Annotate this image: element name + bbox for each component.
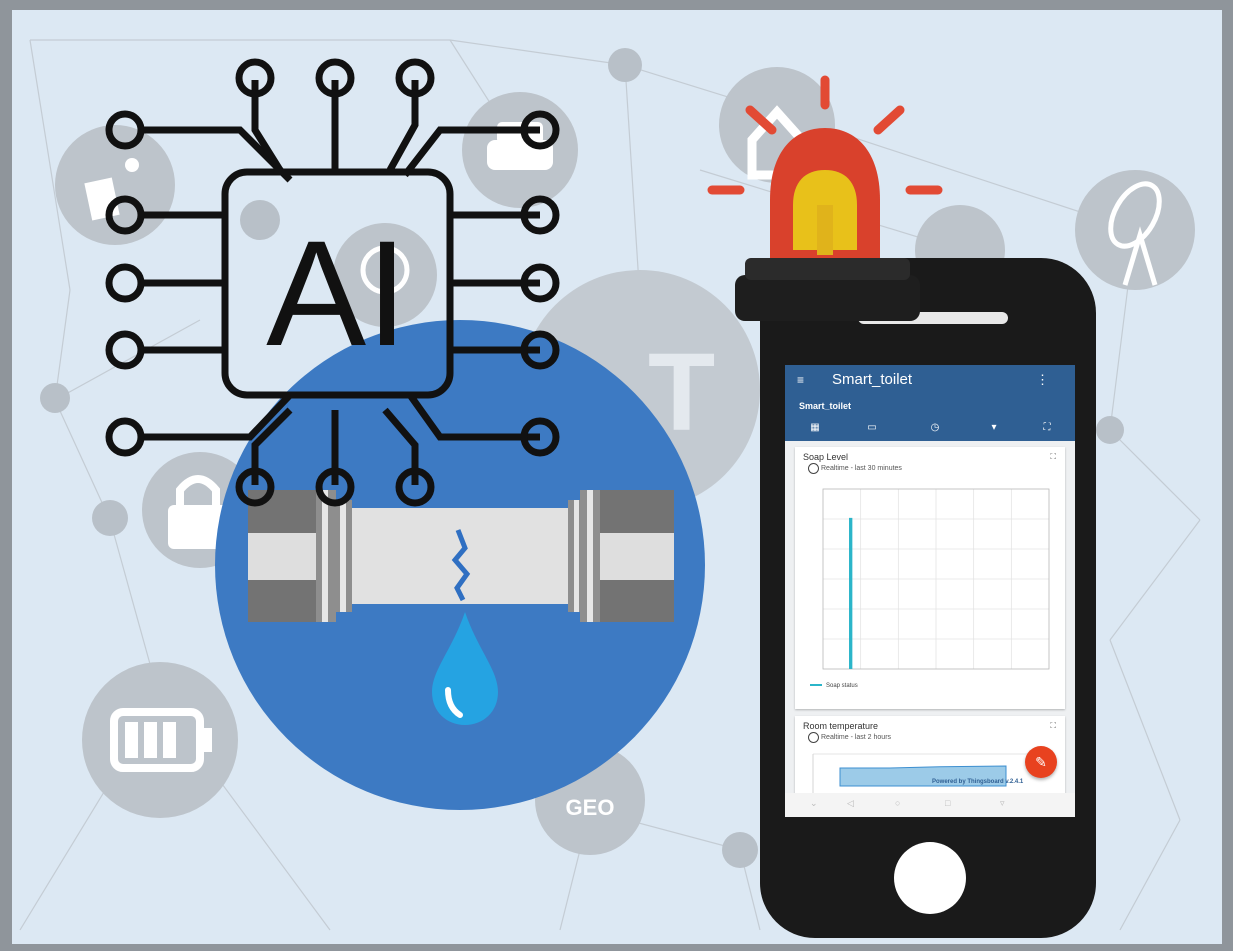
- soap-level-chart: [822, 488, 1050, 670]
- satellite-dish-icon: [1075, 170, 1195, 290]
- dashboard-icon[interactable]: ▦: [803, 422, 827, 438]
- series-line-soap-status: [849, 517, 853, 669]
- alarm-icon[interactable]: ◷: [923, 422, 947, 438]
- chart-icon[interactable]: ▭: [860, 422, 884, 438]
- car-icon: [462, 92, 578, 208]
- android-nav-bar: ⌄ ◁ ○ □ ▿: [785, 793, 1075, 817]
- app-title: Smart_toilet: [832, 371, 913, 388]
- dashboard-name: Smart_toilet: [799, 401, 852, 411]
- room-temperature-card: Room temperature Realtime - last 2 hours…: [795, 716, 1065, 796]
- more-options-icon[interactable]: ⋮: [1036, 372, 1049, 388]
- device-icon[interactable]: ▾: [982, 422, 1006, 438]
- tab-bar: ▦ ▭ ◷ ▾ ⛶: [785, 419, 1075, 441]
- chart-legend: Soap status: [810, 683, 858, 689]
- soap-level-card: Soap Level Realtime - last 30 minutes ⛶ …: [795, 447, 1065, 709]
- edit-button[interactable]: ✎: [1025, 746, 1057, 778]
- home-nav-icon[interactable]: ○: [895, 798, 900, 808]
- back-icon[interactable]: ◁: [847, 798, 854, 809]
- app-bar: ≡ Smart_toilet ⋮ Smart_toilet ▦ ▭ ◷ ▾ ⛶: [785, 365, 1075, 441]
- recents-icon[interactable]: □: [945, 798, 950, 808]
- keyboard-icon[interactable]: ▿: [1000, 798, 1005, 809]
- powered-by-note[interactable]: Powered by Thingsboard v.2.4.1: [932, 779, 1023, 785]
- legend-label: Soap status: [826, 683, 858, 689]
- phone-screen: ≡ Smart_toilet ⋮ Smart_toilet ▦ ▭ ◷ ▾ ⛶ …: [785, 365, 1075, 817]
- geo-label: GEO: [566, 795, 615, 820]
- menu-icon[interactable]: ≡: [797, 373, 804, 387]
- battery-icon: [82, 662, 238, 818]
- ai-label: AI: [266, 209, 408, 377]
- fullscreen-icon[interactable]: ⛶: [1035, 422, 1059, 438]
- legend-swatch: [810, 684, 822, 687]
- nav-down-icon[interactable]: ⌄: [810, 798, 818, 809]
- room-temperature-chart: [812, 753, 1051, 794]
